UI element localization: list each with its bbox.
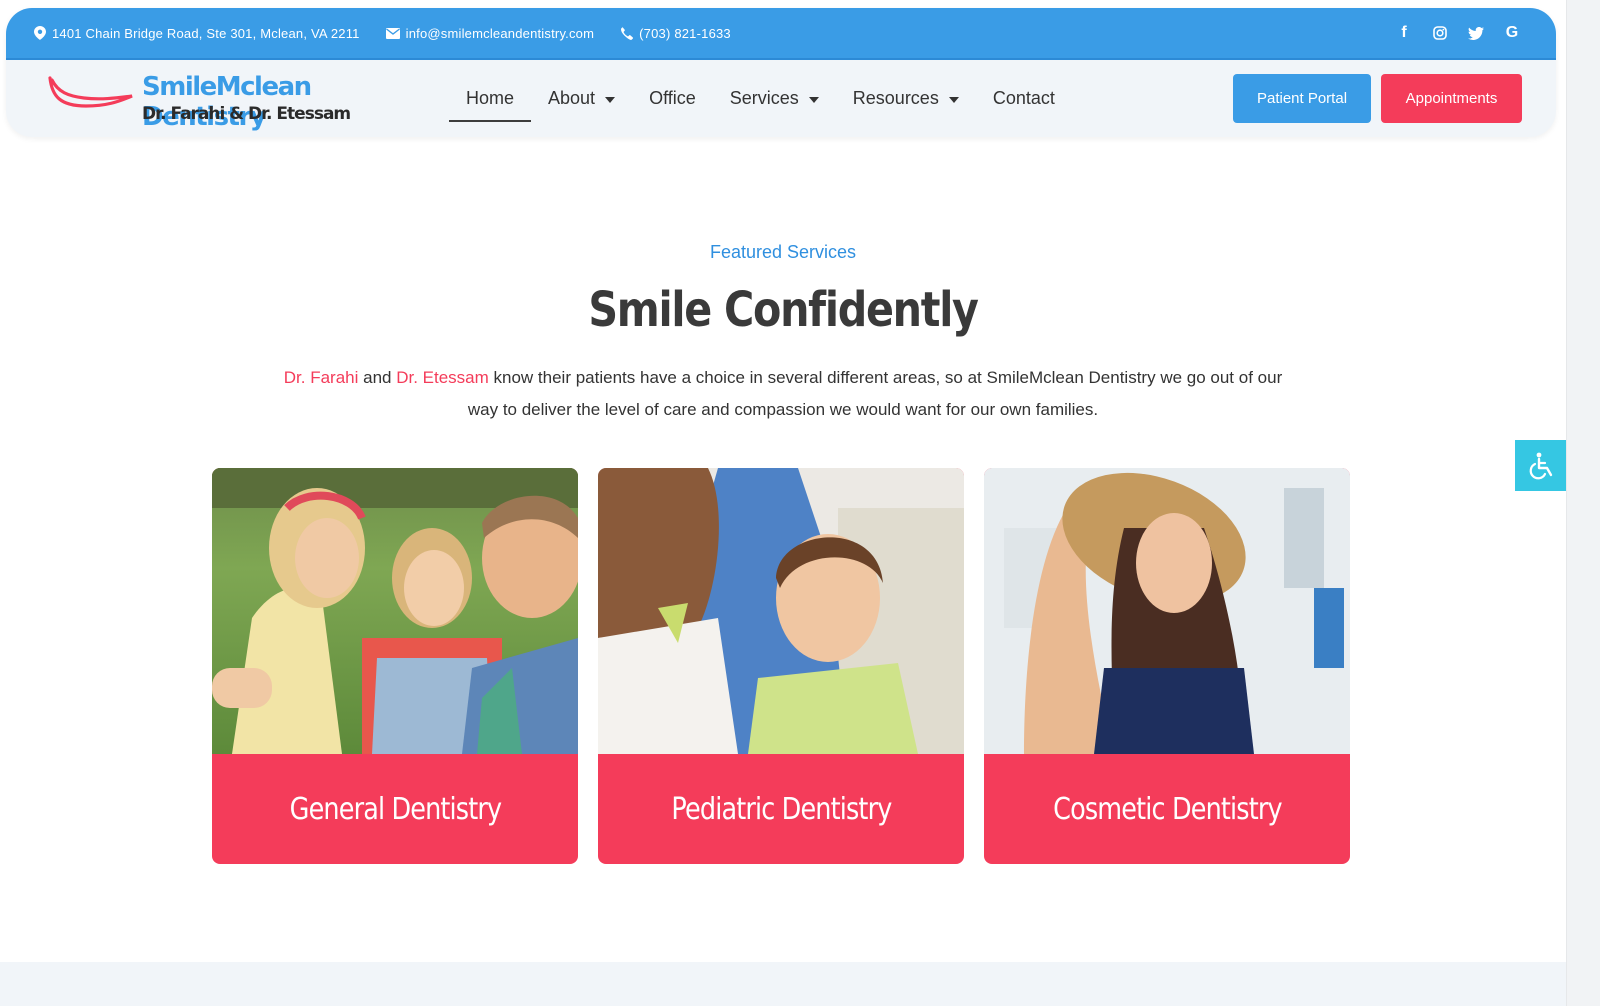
family-selfie-photo bbox=[212, 468, 578, 754]
site-logo[interactable]: SmileMclean Dentistry Dr. Farahi & Dr. E… bbox=[46, 68, 376, 132]
phone-link[interactable]: (703) 821-1633 bbox=[639, 26, 731, 41]
email-info[interactable]: info@smilemcleandentistry.com bbox=[385, 26, 595, 41]
service-card-pediatric[interactable]: Pediatric Dentistry bbox=[598, 468, 964, 864]
main-nav-bar: SmileMclean Dentistry Dr. Farahi & Dr. E… bbox=[6, 60, 1556, 137]
address-text: 1401 Chain Bridge Road, Ste 301, Mclean,… bbox=[52, 25, 360, 41]
nav-resources[interactable]: Resources bbox=[836, 60, 976, 137]
appointments-button[interactable]: Appointments bbox=[1381, 74, 1522, 123]
patient-portal-button[interactable]: Patient Portal bbox=[1233, 74, 1371, 123]
nav-about-label: About bbox=[548, 88, 596, 108]
nav-contact-label: Contact bbox=[992, 88, 1055, 108]
nav-resources-label: Resources bbox=[852, 88, 939, 108]
primary-nav: Home About Office Services Resources Con… bbox=[449, 60, 1072, 137]
email-link[interactable]: info@smilemcleandentistry.com bbox=[406, 26, 595, 41]
phone-info[interactable]: (703) 821-1633 bbox=[620, 26, 731, 41]
service-card-label: General Dentistry bbox=[289, 791, 501, 827]
accessibility-button[interactable] bbox=[1515, 440, 1566, 491]
next-section-band bbox=[0, 962, 1566, 1006]
service-card-general[interactable]: General Dentistry bbox=[212, 468, 578, 864]
nav-contact[interactable]: Contact bbox=[976, 60, 1072, 137]
page-scrollbar[interactable] bbox=[1566, 0, 1600, 1006]
nav-home-label: Home bbox=[466, 88, 515, 108]
site-header: 1401 Chain Bridge Road, Ste 301, Mclean,… bbox=[6, 8, 1556, 137]
doctor-farahi-link[interactable]: Dr. Farahi bbox=[284, 368, 359, 387]
doctors-subtitle: Dr. Farahi & Dr. Etessam bbox=[142, 104, 351, 124]
caret-down-icon bbox=[948, 96, 959, 103]
caret-down-icon bbox=[808, 96, 819, 103]
envelope-icon bbox=[385, 27, 400, 39]
twitter-icon[interactable] bbox=[1468, 25, 1484, 41]
nav-home[interactable]: Home bbox=[449, 60, 532, 137]
smile-logo-icon bbox=[48, 76, 133, 108]
service-card-label: Pediatric Dentistry bbox=[670, 791, 892, 827]
service-card-cosmetic[interactable]: Cosmetic Dentistry bbox=[984, 468, 1350, 864]
instagram-icon[interactable] bbox=[1432, 25, 1448, 41]
nav-services[interactable]: Services bbox=[713, 60, 836, 137]
section-eyebrow: Featured Services bbox=[709, 242, 857, 262]
child-dental-chair-photo bbox=[598, 468, 964, 754]
nav-services-label: Services bbox=[729, 88, 799, 108]
page: 1401 Chain Bridge Road, Ste 301, Mclean,… bbox=[0, 0, 1566, 1006]
service-card-label: Cosmetic Dentistry bbox=[1052, 791, 1282, 827]
google-icon[interactable]: G bbox=[1504, 24, 1520, 41]
doctor-etessam-link[interactable]: Dr. Etessam bbox=[396, 368, 489, 387]
caret-down-icon bbox=[605, 96, 616, 103]
intro-text: know their patients have a choice in sev… bbox=[467, 368, 1283, 419]
nav-about[interactable]: About bbox=[531, 60, 632, 137]
section-intro: Dr. Farahi and Dr. Etessam know their pa… bbox=[283, 362, 1283, 426]
social-links: f G bbox=[1396, 24, 1520, 41]
section-title: Smile Confidently bbox=[588, 282, 979, 338]
facebook-icon[interactable]: f bbox=[1396, 24, 1412, 41]
nav-office[interactable]: Office bbox=[632, 60, 713, 137]
phone-icon bbox=[621, 26, 634, 40]
map-pin-icon bbox=[34, 26, 46, 40]
nav-office-label: Office bbox=[649, 88, 696, 108]
wheelchair-icon bbox=[1529, 452, 1552, 479]
top-info-bar: 1401 Chain Bridge Road, Ste 301, Mclean,… bbox=[6, 8, 1556, 60]
woman-sunhat-photo bbox=[984, 468, 1350, 754]
intro-joiner: and bbox=[358, 368, 397, 387]
address-info: 1401 Chain Bridge Road, Ste 301, Mclean,… bbox=[34, 26, 360, 41]
